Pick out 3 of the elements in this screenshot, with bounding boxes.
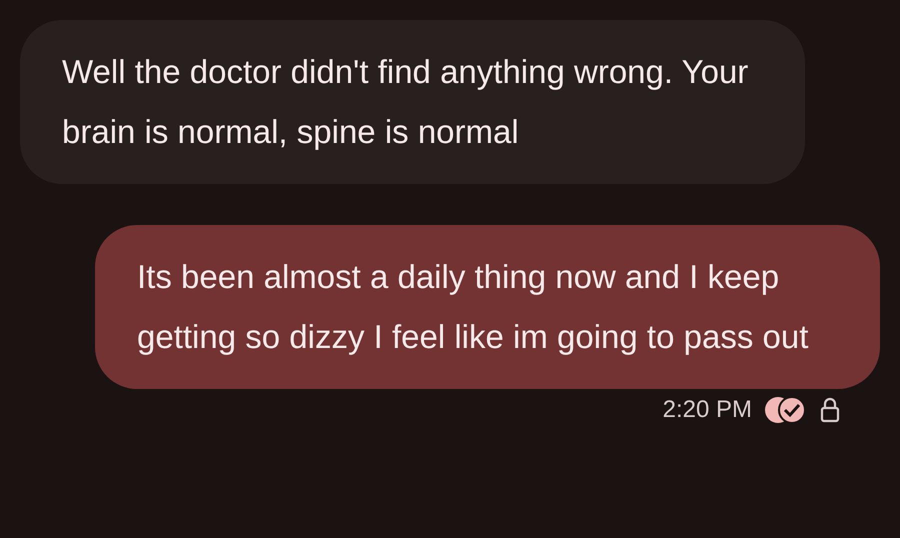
message-bubble[interactable]: Its been almost a daily thing now and I keep getting so dizzy I feel like im going to pass out [95,225,880,389]
timestamp: 2:20 PM [662,396,752,424]
message-bubble[interactable]: Well the doctor didn't find anything wrong. Your brain is normal, spine is normal [20,20,805,184]
